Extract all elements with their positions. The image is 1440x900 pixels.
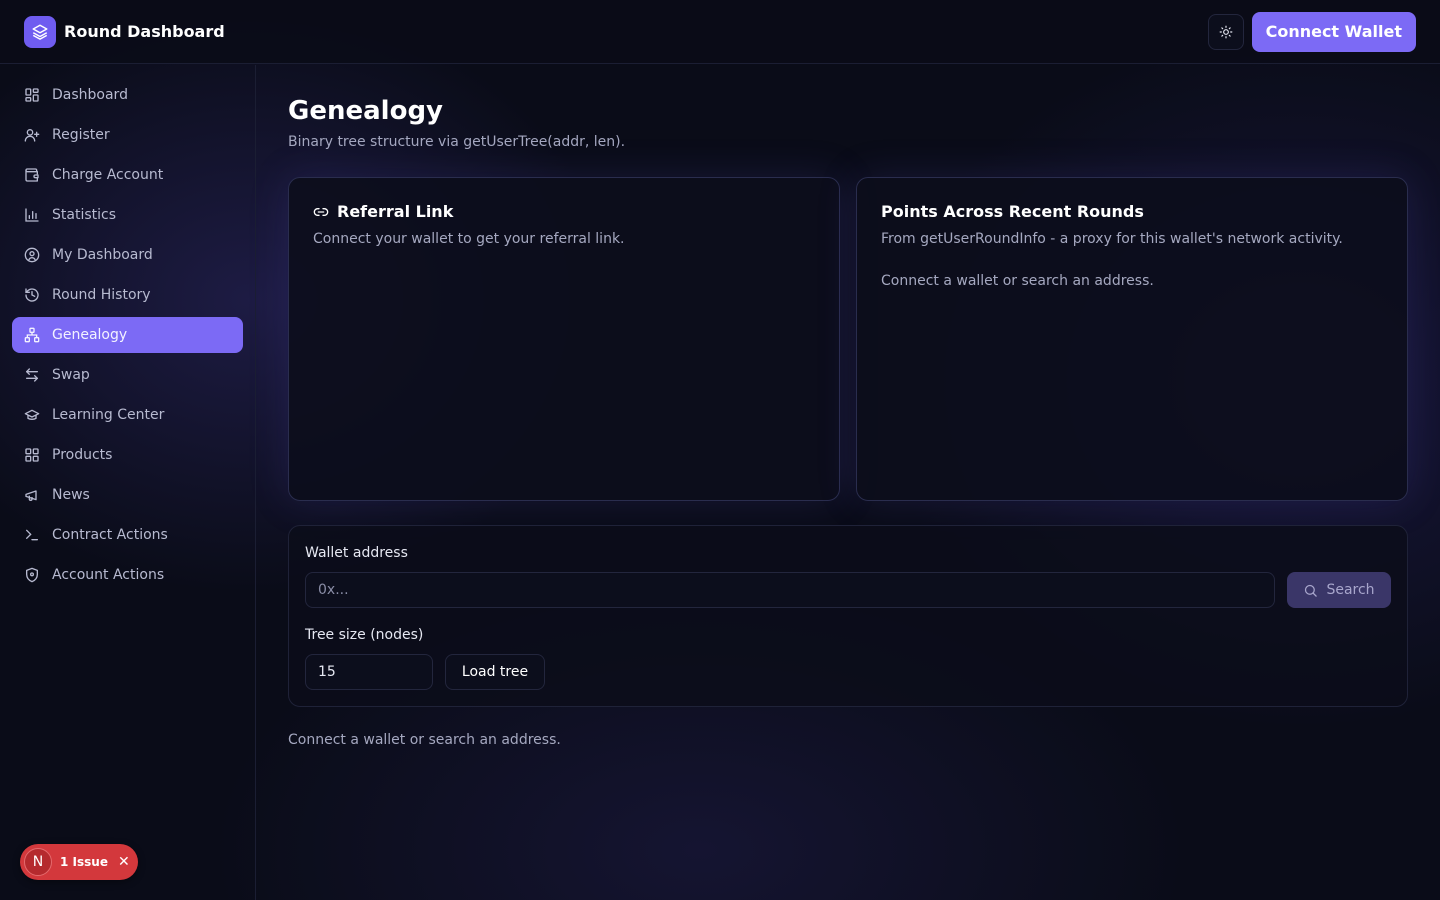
grid-icon	[25, 88, 39, 102]
page-subtitle: Binary tree structure via getUserTree(ad…	[288, 134, 626, 150]
shield-icon	[26, 567, 38, 583]
sidebar-item-label: Contract Actions	[52, 527, 168, 543]
card-title: Referral Link	[313, 202, 815, 221]
network-icon	[24, 327, 40, 343]
link-icon	[313, 207, 329, 216]
referral-link-card: Referral Link Connect your wallet to get…	[288, 177, 840, 501]
apps-icon	[25, 448, 39, 462]
tree-size-input[interactable]: 15	[305, 654, 433, 690]
tree-size-label: Tree size (nodes)	[305, 627, 424, 643]
sidebar-item-label: Swap	[52, 367, 90, 383]
sidebar-item-genealogy[interactable]: Genealogy	[12, 317, 243, 353]
swap-icon	[26, 368, 38, 382]
page-title: Genealogy	[288, 96, 443, 126]
sidebar-item-register[interactable]: Register	[12, 117, 243, 153]
search-icon	[1305, 584, 1318, 597]
megaphone-icon	[25, 490, 37, 501]
sidebar-item-dashboard[interactable]: Dashboard	[12, 77, 243, 113]
sidebar-item-news[interactable]: News	[12, 477, 243, 513]
sidebar-item-label: My Dashboard	[52, 247, 153, 263]
sidebar-item-swap[interactable]: Swap	[12, 357, 243, 393]
graduation-cap-icon	[24, 409, 40, 420]
referral-title: Referral Link	[337, 202, 454, 221]
bar-chart-icon	[25, 208, 39, 222]
top-bar: Round Dashboard Connect Wallet	[0, 0, 1440, 64]
close-icon[interactable]: ✕	[118, 854, 130, 870]
sidebar-item-label: Genealogy	[52, 327, 128, 343]
app-name: Round Dashboard	[64, 22, 225, 41]
brand[interactable]: Round Dashboard	[24, 15, 225, 48]
load-tree-button[interactable]: Load tree	[445, 654, 545, 690]
user-plus-icon	[24, 129, 40, 142]
sidebar-item-my-dashboard[interactable]: My Dashboard	[12, 237, 243, 273]
sidebar-item-label: Statistics	[52, 207, 116, 223]
sidebar-item-label: Learning Center	[52, 407, 165, 423]
sidebar-item-statistics[interactable]: Statistics	[12, 197, 243, 233]
search-panel: Wallet address 0x... Search Tree size (n…	[288, 525, 1408, 707]
points-card: Points Across Recent Rounds From getUser…	[856, 177, 1408, 501]
sidebar-item-label: Charge Account	[52, 167, 164, 183]
sidebar-item-account-actions[interactable]: Account Actions	[12, 557, 243, 593]
theme-toggle-button[interactable]	[1207, 13, 1244, 50]
user-circle-icon	[24, 247, 40, 263]
next-logo-icon: N	[24, 848, 52, 876]
sidebar-item-label: Dashboard	[52, 87, 128, 103]
sidebar-item-learning-center[interactable]: Learning Center	[12, 397, 243, 433]
wallet-icon	[25, 168, 39, 182]
card-title: Points Across Recent Rounds	[881, 202, 1383, 221]
sidebar-item-products[interactable]: Products	[12, 437, 243, 473]
sun-icon	[1219, 25, 1232, 38]
top-actions: Connect Wallet	[1207, 11, 1416, 52]
points-empty-message: Connect a wallet or search an address.	[881, 273, 1154, 289]
tree-empty-message: Connect a wallet or search an address.	[288, 732, 561, 748]
wallet-address-input[interactable]: 0x...	[305, 572, 1275, 608]
sidebar: Dashboard Register Charge Account Statis…	[0, 65, 256, 900]
referral-description: Connect your wallet to get your referral…	[313, 231, 625, 247]
issue-badge[interactable]: N 1 Issue ✕	[20, 844, 138, 880]
points-title: Points Across Recent Rounds	[881, 202, 1144, 221]
sidebar-item-label: Account Actions	[52, 567, 165, 583]
layers-icon	[24, 15, 56, 48]
sidebar-item-charge-account[interactable]: Charge Account	[12, 157, 243, 193]
issue-count: 1 Issue	[60, 855, 108, 869]
search-label: Search	[1326, 582, 1375, 598]
wallet-address-label: Wallet address	[305, 545, 408, 561]
points-description: From getUserRoundInfo - a proxy for this…	[881, 231, 1343, 247]
search-button[interactable]: Search	[1287, 572, 1391, 608]
sidebar-item-label: Register	[52, 127, 110, 143]
sidebar-item-contract-actions[interactable]: Contract Actions	[12, 517, 243, 553]
sidebar-item-round-history[interactable]: Round History	[12, 277, 243, 313]
sidebar-item-label: Products	[52, 447, 113, 463]
sidebar-item-label: News	[52, 487, 90, 503]
sidebar-item-label: Round History	[52, 287, 151, 303]
connect-wallet-button[interactable]: Connect Wallet	[1251, 11, 1416, 52]
terminal-icon	[26, 529, 38, 541]
history-icon	[25, 288, 39, 302]
